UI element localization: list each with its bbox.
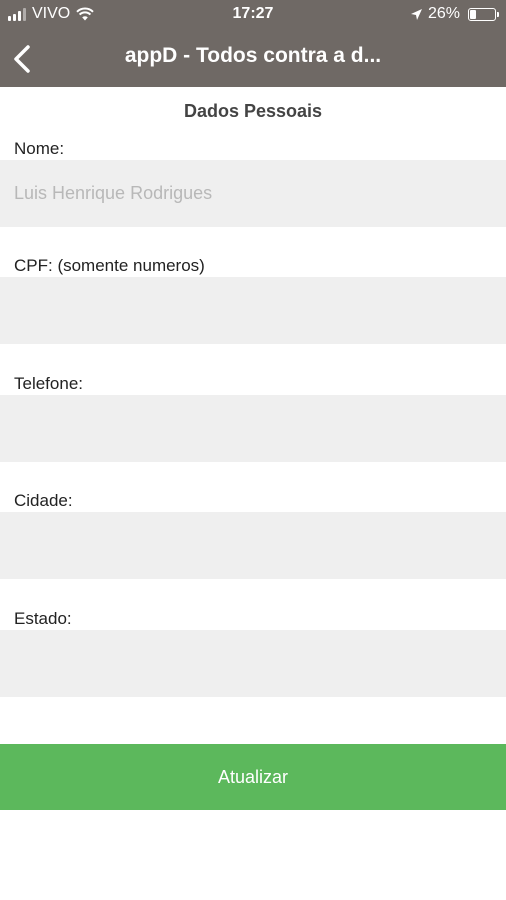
estado-input[interactable]: [0, 630, 506, 697]
status-right: 26%: [410, 5, 499, 23]
cidade-input[interactable]: [0, 512, 506, 579]
nome-label: Nome:: [14, 139, 65, 158]
location-arrow-icon: [410, 8, 422, 20]
update-button[interactable]: Atualizar: [0, 744, 506, 810]
cpf-input[interactable]: [0, 277, 506, 344]
chevron-left-icon: [14, 45, 30, 73]
telefone-label: Telefone:: [14, 374, 83, 393]
cpf-label: CPF: (somente numeros): [14, 256, 205, 275]
status-bar: VIVO 17:27 26%: [0, 0, 506, 30]
battery-percent: 26%: [427, 5, 460, 22]
section-title: Dados Pessoais: [183, 101, 323, 121]
estado-label: Estado:: [14, 609, 72, 628]
cidade-label: Cidade:: [14, 491, 73, 510]
page-title: appD - Todos contra a d...: [124, 44, 382, 67]
battery-icon: [468, 7, 499, 21]
back-button[interactable]: [8, 42, 40, 76]
telefone-input[interactable]: [0, 395, 506, 462]
nome-input[interactable]: [0, 160, 506, 227]
navigation-bar: appD - Todos contra a d...: [0, 30, 506, 87]
